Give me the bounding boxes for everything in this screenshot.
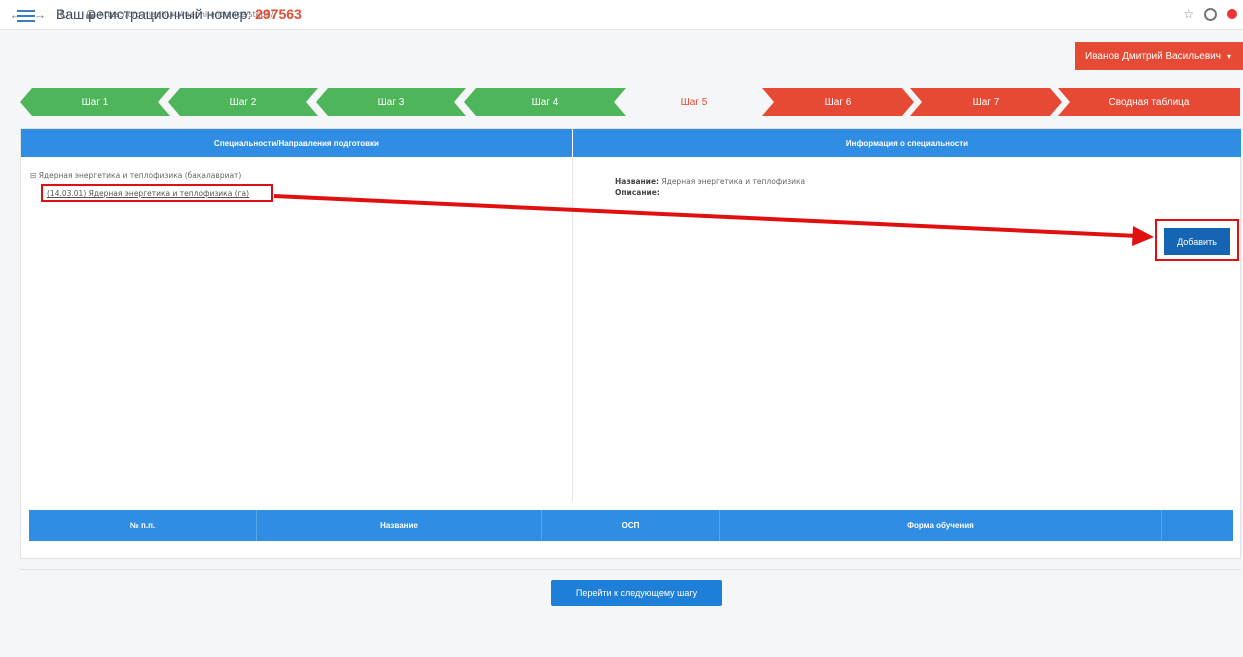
registration-title: Ваш регистрационный номер: 297563 — [56, 6, 302, 22]
col-osp: ОСП — [542, 510, 720, 541]
registration-number: 297563 — [255, 6, 302, 22]
step-2[interactable]: Шаг 2 — [168, 88, 318, 116]
step-6[interactable]: Шаг 6 — [762, 88, 914, 116]
user-menu-button[interactable]: Иванов Дмитрий Васильевич ▾ — [1075, 42, 1243, 70]
extension-icon[interactable] — [1227, 9, 1237, 19]
tree-root-item[interactable]: ⊟ Ядерная энергетика и теплофизика (бака… — [30, 171, 241, 180]
col-form: Форма обучения — [720, 510, 1162, 541]
add-button[interactable]: Добавить — [1164, 228, 1230, 255]
specialties-header: Специальности/Направления подготовки — [21, 129, 572, 157]
main-card: Специальности/Направления подготовки Инф… — [20, 128, 1241, 559]
registration-label: Ваш регистрационный номер: — [56, 6, 252, 22]
highlight-frame-specialty — [41, 184, 273, 202]
step-4[interactable]: Шаг 4 — [464, 88, 626, 116]
info-name-row: Название: Ядерная энергетика и теплофизи… — [615, 177, 805, 186]
step-3[interactable]: Шаг 3 — [316, 88, 466, 116]
info-desc-label: Описание: — [615, 188, 660, 197]
next-step-button[interactable]: Перейти к следующему шагу — [551, 580, 722, 606]
column-divider — [572, 157, 573, 501]
step-5[interactable]: Шаг 5 — [624, 88, 764, 116]
step-7[interactable]: Шаг 7 — [910, 88, 1062, 116]
menu-icon[interactable] — [17, 10, 35, 24]
bookmark-star-icon[interactable]: ☆ — [1183, 7, 1194, 21]
col-number: № п.п. — [29, 510, 257, 541]
specialty-info-header: Информация о специальности — [573, 129, 1241, 157]
step-wizard: Шаг 1 Шаг 2 Шаг 3 Шаг 4 Шаг 5 Шаг 6 Шаг … — [20, 88, 1240, 116]
info-desc-row: Описание: — [615, 188, 660, 197]
col-name: Название — [257, 510, 542, 541]
info-name-label: Название: — [615, 177, 660, 186]
selected-table-header: № п.п. Название ОСП Форма обучения — [29, 510, 1233, 541]
user-name: Иванов Дмитрий Васильевич — [1085, 50, 1221, 62]
footer-divider — [20, 569, 1241, 570]
step-summary[interactable]: Сводная таблица — [1058, 88, 1240, 116]
chevron-down-icon: ▾ — [1226, 51, 1231, 61]
step-1[interactable]: Шаг 1 — [20, 88, 170, 116]
profile-icon[interactable] — [1204, 7, 1217, 21]
info-name-value: Ядерная энергетика и теплофизика — [661, 177, 806, 186]
collapse-icon[interactable]: ⊟ — [30, 171, 36, 180]
col-actions — [1162, 510, 1233, 541]
tree-root-label: Ядерная энергетика и теплофизика (бакала… — [38, 171, 242, 180]
specialty-info-panel: Название: Ядерная энергетика и теплофизи… — [583, 161, 1238, 263]
